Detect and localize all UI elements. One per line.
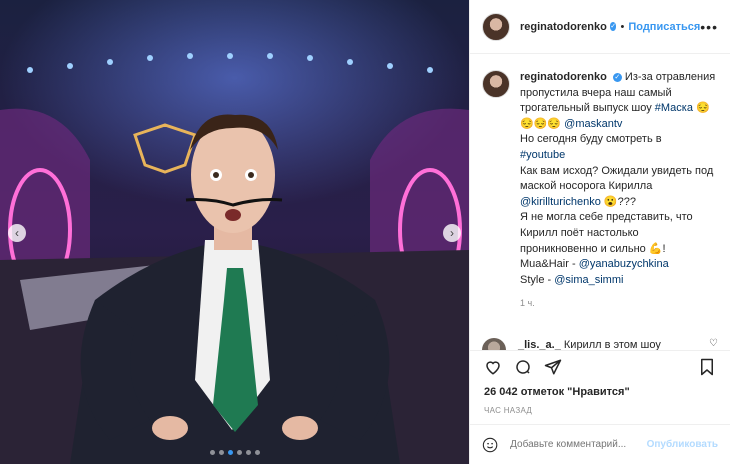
caption-line: Как вам исход? Ожидали увидеть под маско…	[520, 164, 714, 193]
avatar[interactable]	[482, 12, 510, 41]
post-side-panel: reginatodorenko ✓ • Подписаться ••• regi…	[469, 0, 730, 464]
caption-timestamp[interactable]: 1 ч.	[520, 296, 716, 312]
bookmark-icon	[701, 358, 713, 375]
caption-line: Style -	[520, 273, 555, 286]
share-button[interactable]	[542, 356, 564, 378]
carousel-dot	[245, 450, 251, 455]
carousel-dots	[0, 450, 469, 455]
verified-badge-icon: ✓	[612, 73, 622, 82]
carousel-dot	[218, 450, 224, 455]
carousel-next-button[interactable]: ›	[443, 224, 461, 242]
heart-icon	[486, 360, 500, 375]
comment-icon	[516, 359, 530, 374]
caption-line: Mua&Hair -	[520, 258, 579, 271]
carousel-dot	[209, 450, 215, 455]
caption-username[interactable]: reginatodorenko	[520, 71, 607, 83]
caption-emojis: 💪	[648, 242, 663, 255]
comment-avatar[interactable]	[482, 337, 506, 350]
mention-link[interactable]: @yanabuzychkina	[579, 258, 669, 270]
comment-like-icon[interactable]: ♡	[709, 338, 718, 350]
emoji-icon[interactable]	[482, 436, 498, 454]
chevron-right-icon: ›	[450, 226, 454, 240]
save-button[interactable]	[696, 356, 718, 378]
post-photo[interactable]: ‹ ›	[0, 0, 469, 464]
caption-emojis: 😮???	[603, 195, 636, 208]
mention-link[interactable]: @maskantv	[564, 118, 622, 130]
verified-badge-icon: ✓	[609, 22, 617, 31]
carousel-prev-button[interactable]: ‹	[8, 224, 26, 242]
comment-username[interactable]: _lis._a._	[518, 339, 561, 350]
carousel-dot	[236, 450, 242, 455]
chevron-left-icon: ‹	[15, 226, 19, 240]
post-actions	[470, 350, 730, 382]
caption-text: reginatodorenko ✓ Из-за отравления пропу…	[520, 70, 716, 312]
carousel-dot	[227, 450, 233, 455]
carousel-dot	[254, 450, 260, 455]
caption-line: Я не могла себе представить, что Кирилл …	[520, 211, 693, 255]
comment-item: _lis._a._ Кирилл в этом шоу влюбил в себ…	[482, 337, 718, 350]
mention-link[interactable]: @sima_simmi	[554, 274, 623, 286]
likes-count[interactable]: 26 042 отметок "Нравится"	[484, 386, 630, 398]
caption-line: Но сегодня буду смотреть в	[520, 133, 662, 146]
comment-input[interactable]	[508, 438, 647, 451]
username-link[interactable]: reginatodorenko	[520, 21, 607, 33]
separator-dot: •	[620, 20, 625, 33]
send-icon	[544, 359, 562, 374]
mention-link[interactable]: @kirillturichenko	[520, 196, 601, 208]
comment-text: _lis._a._ Кирилл в этом шоу влюбил в себ…	[518, 338, 688, 350]
post-timestamp[interactable]: ЧАС НАЗАД	[484, 406, 532, 415]
caption-avatar[interactable]	[482, 70, 510, 98]
caption: reginatodorenko ✓ Из-за отравления пропу…	[482, 70, 718, 312]
more-options-icon[interactable]: •••	[700, 19, 718, 35]
hashtag-link[interactable]: #Маска	[655, 102, 693, 114]
publish-button[interactable]: Опубликовать	[647, 439, 718, 450]
add-comment-bar: Опубликовать	[470, 424, 730, 464]
comment-button[interactable]	[512, 356, 534, 378]
hashtag-link[interactable]: #youtube	[520, 149, 565, 161]
comments-list[interactable]: reginatodorenko ✓ Из-за отравления пропу…	[470, 54, 730, 350]
follow-button[interactable]: Подписаться	[628, 21, 700, 33]
caption-punct: !	[662, 242, 666, 255]
like-button[interactable]	[482, 356, 504, 378]
post-header: reginatodorenko ✓ • Подписаться •••	[470, 0, 730, 54]
post-image	[0, 0, 469, 464]
